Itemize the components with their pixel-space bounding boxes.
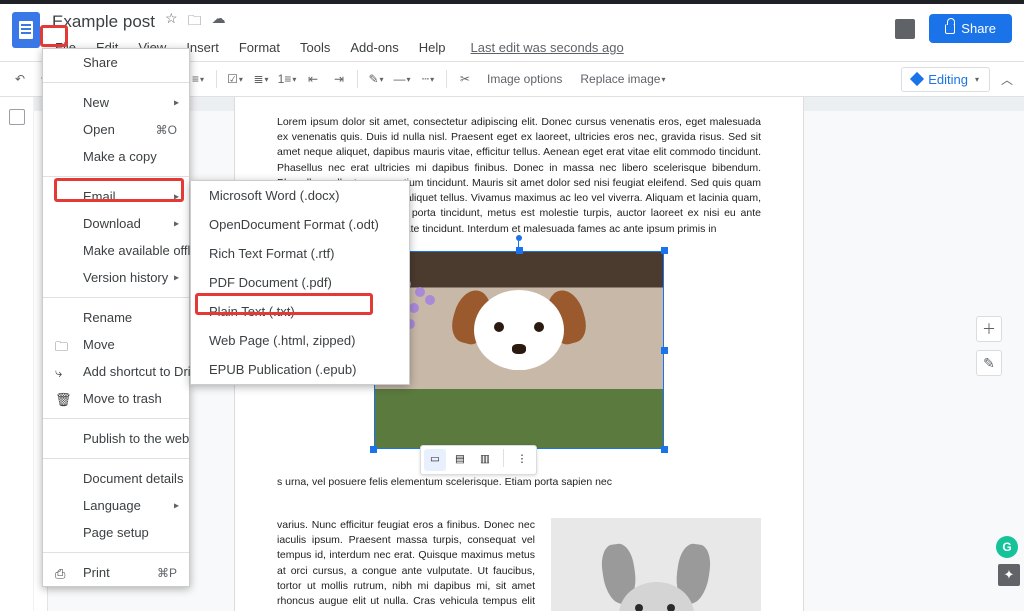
menu-item-email[interactable]: Email▸ [43, 183, 189, 210]
doc-title[interactable]: Example post [52, 12, 155, 32]
border-color-button[interactable]: ✎▾ [364, 67, 388, 91]
image-more-button[interactable]: ⋮ [511, 449, 533, 471]
download-html[interactable]: Web Page (.html, zipped) [191, 326, 409, 355]
download-epub[interactable]: EPUB Publication (.epub) [191, 355, 409, 384]
print-icon: ⎙ [55, 566, 69, 580]
menu-addons[interactable]: Add-ons [347, 38, 401, 57]
paragraph-2-right[interactable]: s urna, vel posuere felis elementum scel… [277, 475, 761, 490]
menu-tools[interactable]: Tools [297, 38, 333, 57]
comments-icon[interactable] [895, 19, 915, 39]
download-docx[interactable]: Microsoft Word (.docx) [191, 181, 409, 210]
border-weight-button[interactable]: —▾ [390, 67, 414, 91]
trash-icon: 🗑 [55, 392, 69, 406]
download-txt[interactable]: Plain Text (.txt) [191, 297, 409, 326]
collapse-toolbar-button[interactable]: ︿ [998, 70, 1016, 88]
rotate-handle[interactable] [516, 235, 522, 241]
resize-handle[interactable] [516, 247, 523, 254]
share-label: Share [961, 21, 996, 36]
menu-item-share[interactable]: Share [43, 49, 189, 76]
menu-item-new[interactable]: New▸ [43, 89, 189, 116]
menu-item-add-shortcut[interactable]: ⤷Add shortcut to Drive [43, 358, 189, 385]
menu-item-offline[interactable]: Make available offline [43, 237, 189, 264]
decrease-indent-button[interactable]: ⇤ [301, 67, 325, 91]
menu-item-version-history[interactable]: Version history▸ [43, 264, 189, 291]
resize-handle[interactable] [661, 446, 668, 453]
docs-logo[interactable] [12, 12, 40, 48]
wrap-text-button[interactable]: ▤ [449, 449, 471, 471]
crop-button[interactable]: ✂ [453, 67, 477, 91]
menu-item-page-setup[interactable]: Page setup [43, 519, 189, 546]
outline-icon[interactable] [9, 109, 25, 125]
download-pdf[interactable]: PDF Document (.pdf) [191, 268, 409, 297]
star-icon[interactable]: ☆ [165, 10, 178, 34]
second-image[interactable] [551, 518, 761, 611]
last-edit-link[interactable]: Last edit was seconds ago [471, 40, 624, 55]
suggest-edits-button[interactable]: ✎ [976, 350, 1002, 376]
checklist-button[interactable]: ☑▾ [223, 67, 247, 91]
move-folder-icon[interactable]: 🗀 [188, 10, 202, 34]
editing-label: Editing [928, 72, 968, 87]
bulleted-list-button[interactable]: ≣▾ [249, 67, 273, 91]
shortcut-icon: ⤷ [55, 365, 69, 379]
download-odt[interactable]: OpenDocument Format (.odt) [191, 210, 409, 239]
grammarly-icon[interactable]: G [996, 536, 1018, 558]
undo-button[interactable]: ↶ [8, 67, 32, 91]
cloud-status-icon[interactable]: ☁ [212, 10, 226, 34]
menu-item-rename[interactable]: Rename [43, 304, 189, 331]
menu-item-make-copy[interactable]: Make a copy [43, 143, 189, 170]
menu-item-move[interactable]: 🗀Move [43, 331, 189, 358]
menu-item-details[interactable]: Document details [43, 465, 189, 492]
wrap-inline-button[interactable]: ▭ [424, 449, 446, 471]
increase-indent-button[interactable]: ⇥ [327, 67, 351, 91]
menu-help[interactable]: Help [416, 38, 449, 57]
menu-item-open[interactable]: Open⌘O [43, 116, 189, 143]
wrap-break-button[interactable]: ▥ [474, 449, 496, 471]
replace-image-button[interactable]: Replace image▾ [572, 72, 673, 86]
resize-handle[interactable] [370, 446, 377, 453]
pencil-icon [910, 72, 924, 86]
explore-button[interactable]: ✦ [998, 564, 1020, 586]
menu-format[interactable]: Format [236, 38, 283, 57]
download-submenu: Microsoft Word (.docx) OpenDocument Form… [190, 180, 410, 385]
menu-item-language[interactable]: Language▸ [43, 492, 189, 519]
menu-item-download[interactable]: Download▸ [43, 210, 189, 237]
paragraph-2-left[interactable]: varius. Nunc efficitur feugiat eros a fi… [277, 518, 535, 611]
folder-icon: 🗀 [55, 338, 69, 352]
border-dash-button[interactable]: ┄▾ [416, 67, 440, 91]
image-wrap-toolbar: ▭ ▤ ▥ ⋮ [420, 445, 537, 475]
lock-icon [945, 24, 955, 34]
numbered-list-button[interactable]: 1≡▾ [275, 67, 299, 91]
resize-handle[interactable] [661, 347, 668, 354]
download-rtf[interactable]: Rich Text Format (.rtf) [191, 239, 409, 268]
resize-handle[interactable] [661, 247, 668, 254]
share-button[interactable]: Share [929, 14, 1012, 43]
file-menu: Share New▸ Open⌘O Make a copy Email▸ Dow… [42, 48, 190, 587]
image-options-button[interactable]: Image options [479, 72, 570, 86]
menu-item-print[interactable]: ⎙Print⌘P [43, 559, 189, 586]
selected-image[interactable]: ▭ ▤ ▥ ⋮ [374, 251, 664, 449]
menu-item-trash[interactable]: 🗑Move to trash [43, 385, 189, 412]
add-comment-button[interactable]: ＋ [976, 316, 1002, 342]
editing-mode-button[interactable]: Editing ▾ [901, 67, 990, 92]
menu-item-publish[interactable]: Publish to the web [43, 425, 189, 452]
